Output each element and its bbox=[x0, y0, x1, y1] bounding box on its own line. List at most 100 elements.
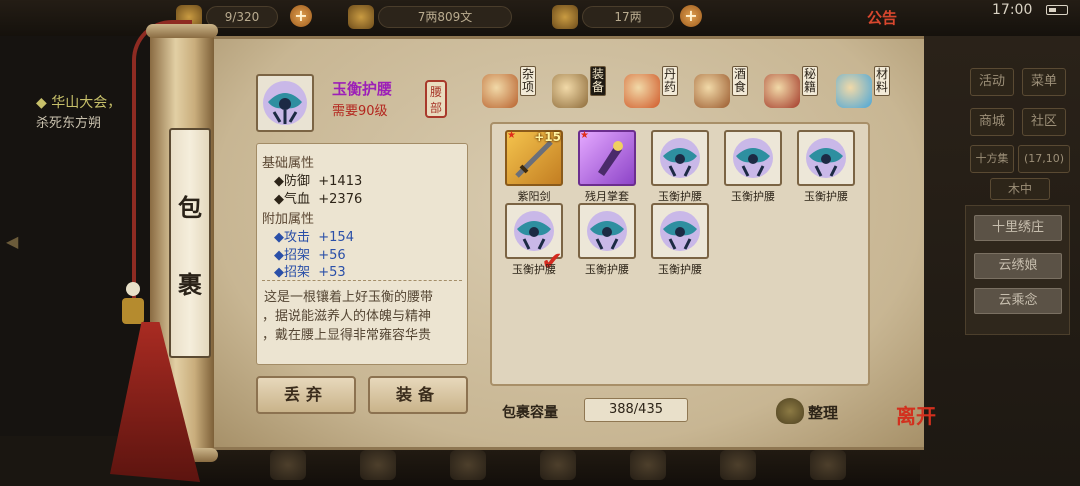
panel-title-char-1: 包 bbox=[178, 193, 202, 222]
shop-button[interactable]: 商城 bbox=[970, 108, 1014, 136]
location-coords: (17,10) bbox=[1018, 145, 1070, 173]
add-silver-button[interactable]: + bbox=[680, 5, 702, 27]
tab-5[interactable]: 材料 bbox=[874, 66, 890, 96]
scroll-weapon-icon[interactable] bbox=[552, 74, 588, 108]
extra-stat-0-value: +154 bbox=[318, 230, 354, 245]
base-stat-0-value: +1413 bbox=[318, 174, 363, 189]
coin-pouch-icon bbox=[348, 5, 374, 29]
base-stat-1: ◆气血 +2376 bbox=[274, 188, 362, 207]
item-name-label: 玉衡护腰 bbox=[658, 190, 702, 203]
toolbar-icon-3[interactable] bbox=[450, 450, 486, 480]
item-name-label: 玉衡护腰 bbox=[585, 263, 629, 276]
npc-item-2[interactable]: 云乘念 bbox=[974, 288, 1062, 314]
discard-button[interactable]: 丢弃 bbox=[256, 376, 356, 414]
item-name-label: 残月掌套 bbox=[585, 190, 629, 203]
base-stat-1-label: ◆气血 bbox=[274, 192, 310, 207]
toolbar-icon-2[interactable] bbox=[360, 450, 396, 480]
silver-ingot-icon bbox=[552, 5, 578, 29]
item-level-requirement: 需要90级 bbox=[332, 104, 388, 119]
gem-icon[interactable] bbox=[836, 74, 872, 108]
stats-divider bbox=[262, 280, 462, 281]
leave-label: 离开 bbox=[896, 404, 936, 428]
item-name-label: 玉衡护腰 bbox=[512, 263, 556, 276]
capacity-counter: 9/320 bbox=[206, 6, 278, 28]
tab-1[interactable]: 装备 bbox=[590, 66, 606, 96]
equip-button[interactable]: 装备 bbox=[368, 376, 468, 414]
base-stat-0: ◆防御 +1413 bbox=[274, 170, 362, 189]
toolbar-icon-1[interactable] bbox=[270, 450, 306, 480]
item-icon bbox=[724, 130, 782, 186]
star-icon: ★ bbox=[507, 130, 516, 141]
inventory-slot[interactable]: 玉衡护腰 bbox=[651, 130, 709, 203]
toolbar-icon-7[interactable] bbox=[810, 450, 846, 480]
community-button[interactable]: 社区 bbox=[1022, 108, 1066, 136]
inventory-slot[interactable]: 玉衡护腰 bbox=[724, 130, 782, 203]
activity-button[interactable]: 活动 bbox=[970, 68, 1014, 96]
notice-button[interactable]: 公告 bbox=[867, 7, 897, 28]
tassel-knot bbox=[122, 298, 144, 324]
panel-title-char-2: 裹 bbox=[178, 270, 202, 299]
item-icon bbox=[651, 130, 709, 186]
extra-stat-2-value: +53 bbox=[318, 265, 346, 280]
inventory-slot[interactable]: ★ 残月掌套 bbox=[578, 130, 636, 203]
direction-tab[interactable]: 木中 bbox=[990, 178, 1050, 200]
tassel-bead bbox=[126, 282, 140, 296]
item-description-line-1: ，据说能滋养人的体魄与精神 bbox=[262, 309, 432, 324]
capacity-value: 388/435 bbox=[584, 398, 688, 422]
money-display: 7两809文 bbox=[378, 6, 512, 28]
item-icon bbox=[578, 203, 636, 259]
panel-title: 包 裹 bbox=[169, 128, 211, 358]
quest-objective: 杀死东方朔 bbox=[36, 116, 102, 131]
location-name: 十方集 bbox=[970, 145, 1014, 173]
inventory-slot[interactable]: 玉衡护腰 bbox=[651, 203, 709, 276]
tab-4[interactable]: 秘籍 bbox=[802, 66, 818, 96]
extra-stat-2: ◆招架 +53 bbox=[274, 261, 346, 280]
leave-button[interactable]: 离开 bbox=[896, 406, 936, 426]
toolbar-icon-4[interactable] bbox=[540, 450, 576, 480]
books-icon[interactable] bbox=[764, 74, 800, 108]
item-description-line-0: 这是一根镶着上好玉衡的腰带 bbox=[264, 290, 434, 305]
enhance-level: +15 bbox=[534, 130, 561, 144]
inventory-slot[interactable]: 玉衡护腰 bbox=[578, 203, 636, 276]
extra-stat-2-label: ◆招架 bbox=[274, 265, 310, 280]
clock: 17:00 bbox=[992, 2, 1033, 18]
sort-button[interactable]: 整理 bbox=[808, 402, 838, 423]
add-capacity-button[interactable]: + bbox=[290, 5, 312, 27]
tab-3[interactable]: 酒食 bbox=[732, 66, 748, 96]
star-icon: ★ bbox=[580, 130, 589, 141]
food-icon[interactable] bbox=[694, 74, 730, 108]
item-icon bbox=[797, 130, 855, 186]
npc-item-0[interactable]: 十里绣庄 bbox=[974, 215, 1062, 241]
money-bag-icon[interactable] bbox=[776, 398, 804, 424]
inventory-slot[interactable]: 玉衡护腰 bbox=[797, 130, 855, 203]
base-stats-header: 基础属性 bbox=[262, 156, 315, 171]
extra-stats-header: 附加属性 bbox=[262, 212, 315, 227]
item-name-label: 玉衡护腰 bbox=[804, 190, 848, 203]
item-name-label: 紫阳剑 bbox=[517, 190, 551, 203]
left-arrow-icon[interactable]: ◀ bbox=[6, 232, 18, 251]
item-icon bbox=[651, 203, 709, 259]
tab-0[interactable]: 杂项 bbox=[520, 66, 536, 96]
item-name-label: 玉衡护腰 bbox=[731, 190, 775, 203]
inventory-slot[interactable]: ★ +15 紫阳剑 bbox=[505, 130, 563, 203]
inventory-slot[interactable]: ✔ 玉衡护腰 bbox=[505, 203, 563, 276]
silver-display: 17两 bbox=[582, 6, 674, 28]
extra-stat-0: ◆攻击 +154 bbox=[274, 226, 354, 245]
toolbar-icon-6[interactable] bbox=[720, 450, 756, 480]
battery-icon bbox=[1046, 5, 1068, 15]
item-name: 玉衡护腰 bbox=[332, 80, 393, 98]
item-description-line-2: ，戴在腰上显得非常雍容华贵 bbox=[262, 328, 432, 343]
quest-title[interactable]: ◆ 华山大会， bbox=[36, 92, 121, 112]
base-stat-1-value: +2376 bbox=[318, 192, 363, 207]
item-slot-badge: 腰部 bbox=[425, 80, 447, 118]
toolbar-icon-5[interactable] bbox=[630, 450, 666, 480]
item-name-label: 玉衡护腰 bbox=[658, 263, 702, 276]
capacity-label: 包裹容量 bbox=[502, 405, 558, 421]
selected-item-icon bbox=[256, 74, 314, 132]
jar-icon[interactable] bbox=[482, 74, 518, 108]
menu-button[interactable]: 菜单 bbox=[1022, 68, 1066, 96]
base-stat-0-label: ◆防御 bbox=[274, 174, 310, 189]
pills-icon[interactable] bbox=[624, 74, 660, 108]
tab-2[interactable]: 丹药 bbox=[662, 66, 678, 96]
npc-item-1[interactable]: 云绣娘 bbox=[974, 253, 1062, 279]
